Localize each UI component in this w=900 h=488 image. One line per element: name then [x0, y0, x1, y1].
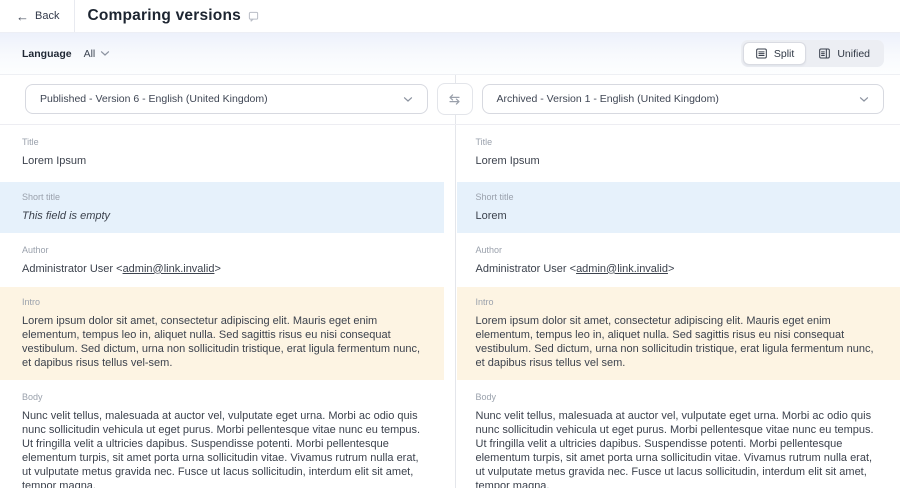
field-label: Title: [476, 137, 879, 147]
field-row-body: Body Nunc velit tellus, malesuada at auc…: [0, 382, 444, 488]
fields-compare-grid: Title Lorem Ipsum Short title This field…: [0, 125, 900, 488]
language-dropdown[interactable]: All: [84, 48, 111, 60]
field-value: Lorem: [476, 210, 879, 224]
chevron-down-icon: [100, 50, 110, 57]
field-label: Author: [22, 245, 422, 255]
field-value: Nunc velit tellus, malesuada at auctor v…: [476, 410, 879, 488]
field-label: Short title: [476, 192, 879, 202]
field-label: Intro: [476, 297, 879, 307]
field-label: Body: [22, 392, 422, 402]
language-dropdown-value: All: [84, 48, 96, 60]
field-label: Author: [476, 245, 879, 255]
field-label: Body: [476, 392, 879, 402]
author-suffix: >: [668, 263, 674, 275]
chevron-down-icon: [859, 96, 869, 103]
author-name: Administrator User <: [476, 263, 577, 275]
split-view-label: Split: [774, 48, 794, 60]
field-value: Lorem Ipsum: [22, 155, 422, 169]
field-row-author: Author Administrator User <admin@link.in…: [0, 235, 444, 286]
field-value: Lorem Ipsum: [476, 155, 879, 169]
back-arrow-icon: ←: [16, 10, 29, 23]
page-title: Comparing versions: [87, 7, 240, 25]
field-value-empty: This field is empty: [22, 210, 422, 224]
field-value: Lorem ipsum dolor sit amet, consectetur …: [22, 315, 422, 371]
field-row-body: Body Nunc velit tellus, malesuada at auc…: [457, 382, 900, 488]
author-email-link[interactable]: admin@link.invalid: [576, 263, 668, 275]
page-title-wrap: Comparing versions: [75, 0, 258, 32]
language-filter: Language All: [22, 48, 110, 60]
field-row-title: Title Lorem Ipsum: [0, 127, 444, 180]
compare-area: Published - Version 6 - English (United …: [0, 75, 900, 488]
chevron-down-icon: [403, 96, 413, 103]
author-email-link[interactable]: admin@link.invalid: [123, 263, 215, 275]
right-version-column: Title Lorem Ipsum Short title Lorem Auth…: [457, 127, 900, 488]
unified-view-label: Unified: [837, 48, 870, 60]
split-view-button[interactable]: Split: [743, 42, 806, 65]
split-view-icon: [755, 47, 768, 60]
version-selector-row: Published - Version 6 - English (United …: [0, 75, 900, 125]
field-row-short-title: Short title Lorem: [457, 182, 900, 233]
field-row-intro: Intro Lorem ipsum dolor sit amet, consec…: [0, 287, 444, 380]
toolbar: Language All Split: [0, 33, 900, 75]
field-row-author: Author Administrator User <admin@link.in…: [457, 235, 900, 286]
unified-view-button[interactable]: Unified: [806, 42, 882, 65]
field-label: Intro: [22, 297, 422, 307]
right-version-select-value: Archived - Version 1 - English (United K…: [497, 93, 719, 105]
left-version-select-value: Published - Version 6 - English (United …: [40, 93, 268, 105]
header-bar: ← Back Comparing versions: [0, 0, 900, 33]
unified-view-icon: [818, 47, 831, 60]
comparing-versions-page: ← Back Comparing versions Language All: [0, 0, 900, 488]
field-label: Short title: [22, 192, 422, 202]
language-label: Language: [22, 48, 72, 60]
field-value: Administrator User <admin@link.invalid>: [476, 263, 879, 277]
comment-icon: [248, 11, 259, 22]
field-value: Nunc velit tellus, malesuada at auctor v…: [22, 410, 422, 488]
left-version-select[interactable]: Published - Version 6 - English (United …: [25, 84, 428, 114]
field-row-title: Title Lorem Ipsum: [457, 127, 900, 180]
field-row-short-title: Short title This field is empty: [0, 182, 444, 233]
author-suffix: >: [214, 263, 220, 275]
back-button-label: Back: [35, 10, 59, 22]
back-button[interactable]: ← Back: [0, 0, 75, 32]
field-row-intro: Intro Lorem ipsum dolor sit amet, consec…: [457, 287, 900, 380]
field-label: Title: [22, 137, 422, 147]
swap-versions-button[interactable]: [437, 83, 473, 115]
author-name: Administrator User <: [22, 263, 123, 275]
field-value: Lorem ipsum dolor sit amet, consectetur …: [476, 315, 879, 371]
swap-arrows-icon: [447, 92, 462, 107]
right-version-select[interactable]: Archived - Version 1 - English (United K…: [482, 84, 885, 114]
view-mode-toggle: Split Unified: [741, 40, 884, 67]
left-version-column: Title Lorem Ipsum Short title This field…: [0, 127, 444, 488]
field-value: Administrator User <admin@link.invalid>: [22, 263, 422, 277]
